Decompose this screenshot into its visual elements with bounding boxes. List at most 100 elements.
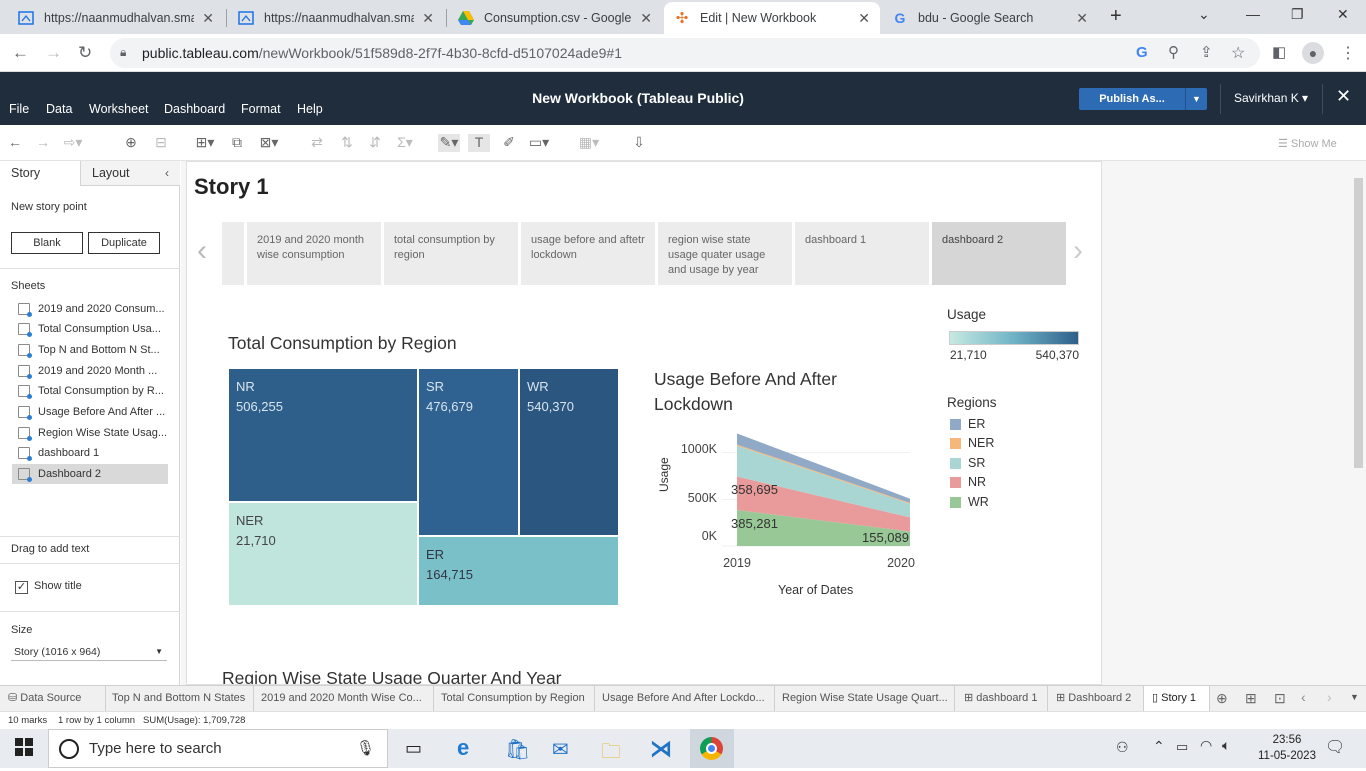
show-hidden-icons[interactable]: ⌃ bbox=[1153, 738, 1165, 755]
story-point-partial[interactable] bbox=[222, 222, 244, 285]
close-window-icon[interactable]: ✕ bbox=[1337, 6, 1349, 23]
duplicate-button[interactable]: Duplicate bbox=[88, 232, 160, 254]
story-point[interactable]: usage before and aftetr lockdown bbox=[521, 222, 655, 285]
next-story-point-icon[interactable]: › bbox=[1073, 234, 1083, 268]
bookmark-star-icon[interactable]: ☆ bbox=[1231, 43, 1245, 63]
tab-sheet[interactable]: Usage Before And After Lockdo... bbox=[595, 686, 775, 711]
browser-tab-active[interactable]: ✣ Edit | New Workbook ✕ bbox=[664, 2, 880, 34]
side-panel-icon[interactable]: ◧ bbox=[1272, 43, 1286, 61]
battery-icon[interactable]: ▭ bbox=[1176, 739, 1188, 755]
size-select[interactable]: Story (1016 x 964) ▼ bbox=[11, 643, 167, 661]
story-point[interactable]: total consumption by region bbox=[384, 222, 518, 285]
sort-ascending-icon[interactable]: ⇅ bbox=[336, 134, 358, 152]
restore-icon[interactable]: ❐ bbox=[1291, 6, 1304, 23]
duplicate-sheet-icon[interactable]: ⧉ bbox=[226, 134, 248, 152]
fit-icon[interactable]: ▭▾ bbox=[528, 134, 550, 152]
legend-item-wr[interactable]: WR bbox=[950, 495, 989, 509]
edge-icon[interactable]: e bbox=[457, 735, 469, 761]
presentation-icon[interactable]: ▦▾ bbox=[578, 134, 600, 152]
reload-icon[interactable]: ↻ bbox=[78, 43, 92, 63]
format-icon[interactable]: ✐ bbox=[498, 134, 520, 152]
swap-icon[interactable]: ⇄ bbox=[306, 134, 328, 152]
treemap-cell-wr[interactable]: WR 540,370 bbox=[519, 368, 619, 536]
notifications-icon[interactable]: 🗨︎ bbox=[1325, 737, 1345, 757]
treemap-cell-er[interactable]: ER 164,715 bbox=[418, 536, 619, 606]
microphone-icon[interactable]: 🎙︎ bbox=[356, 739, 375, 757]
task-view-icon[interactable]: ▭ bbox=[405, 738, 422, 759]
redo-icon[interactable]: → bbox=[32, 134, 54, 152]
sheet-item[interactable]: dashboard 1 bbox=[12, 443, 168, 463]
share-icon[interactable]: ⇪ bbox=[1200, 43, 1213, 61]
user-menu[interactable]: Savirkhan K ▾ bbox=[1234, 91, 1308, 105]
volume-icon[interactable]: 🔈︎ bbox=[1222, 737, 1230, 754]
new-story-icon[interactable]: ⊡ bbox=[1274, 690, 1286, 707]
legend-item-ner[interactable]: NER bbox=[950, 436, 994, 450]
browser-tab[interactable]: https://naanmudhalvan.smar ✕ bbox=[228, 2, 444, 34]
scroll-right-icon[interactable]: › bbox=[1327, 689, 1332, 705]
blank-button[interactable]: Blank bbox=[11, 232, 83, 254]
legend-item-nr[interactable]: NR bbox=[950, 475, 986, 489]
story-point[interactable]: region wise state usage quater usage and… bbox=[658, 222, 792, 285]
chevron-down-icon[interactable]: ▼ bbox=[1350, 692, 1359, 702]
show-mark-labels-icon[interactable]: T bbox=[468, 134, 490, 152]
new-dashboard-icon[interactable]: ⊞ bbox=[1245, 690, 1257, 707]
sheet-item[interactable]: 2019 and 2020 Consum... bbox=[12, 299, 168, 319]
close-icon[interactable]: ✕ bbox=[1336, 86, 1351, 107]
sheet-item[interactable]: Top N and Bottom N St... bbox=[12, 340, 168, 360]
story-point-current[interactable]: dashboard 2 bbox=[932, 222, 1066, 285]
tab-dashboard[interactable]: ⊞ Dashboard 2 bbox=[1048, 686, 1144, 711]
back-icon[interactable]: ← bbox=[12, 43, 29, 63]
taskbar-search[interactable]: Type here to search 🎙︎ bbox=[48, 729, 388, 768]
previous-story-point-icon[interactable]: ‹ bbox=[197, 234, 207, 268]
file-explorer-icon[interactable]: 🗀︎ bbox=[601, 737, 621, 771]
close-tab-icon[interactable]: ✕ bbox=[422, 10, 434, 27]
close-tab-icon[interactable]: ✕ bbox=[202, 10, 214, 27]
close-tab-icon[interactable]: ✕ bbox=[1076, 10, 1088, 27]
vscode-icon[interactable]: ⋊ bbox=[650, 736, 672, 762]
clock[interactable]: 23:56 11-05-2023 bbox=[1256, 732, 1318, 764]
chrome-taskbar-item[interactable] bbox=[690, 729, 734, 768]
tab-story-active[interactable]: ▯ Story 1 bbox=[1144, 686, 1210, 711]
store-icon[interactable]: 🛍︎ bbox=[505, 737, 530, 762]
vertical-scrollbar[interactable] bbox=[1354, 178, 1363, 468]
chevron-down-icon[interactable]: ▼ bbox=[1186, 88, 1207, 110]
story-point[interactable]: dashboard 1 bbox=[795, 222, 929, 285]
new-worksheet-icon[interactable]: ⊕ bbox=[1216, 690, 1228, 707]
browser-tab[interactable]: https://naanmudhalvan.smar ✕ bbox=[8, 2, 224, 34]
story-point[interactable]: 2019 and 2020 month wise consumption bbox=[247, 222, 381, 285]
treemap-cell-sr[interactable]: SR 476,679 bbox=[418, 368, 519, 536]
totals-icon[interactable]: Σ▾ bbox=[394, 134, 416, 152]
tab-dashboard[interactable]: ⊞ dashboard 1 bbox=[955, 686, 1048, 711]
legend-item-sr[interactable]: SR bbox=[950, 456, 985, 470]
minimize-icon[interactable]: — bbox=[1246, 6, 1260, 22]
scroll-left-icon[interactable]: ‹ bbox=[1301, 689, 1306, 705]
windows-start-icon[interactable] bbox=[15, 738, 33, 759]
tab-search-icon[interactable]: ⌄ bbox=[1198, 6, 1210, 23]
replay-icon[interactable]: ⇨▾ bbox=[62, 134, 84, 152]
show-me-button[interactable]: ☰ Show Me bbox=[1278, 137, 1337, 150]
tab-sheet[interactable]: Total Consumption by Region bbox=[434, 686, 595, 711]
tab-sheet[interactable]: 2019 and 2020 Month Wise Co... bbox=[254, 686, 434, 711]
google-lens-icon[interactable]: G bbox=[1136, 44, 1148, 61]
tab-story[interactable]: Story bbox=[0, 161, 81, 186]
new-tab-icon[interactable]: + bbox=[1110, 5, 1122, 28]
zoom-icon[interactable]: ⚲ bbox=[1168, 43, 1179, 61]
publish-as-button[interactable]: Publish As... ▼ bbox=[1079, 88, 1207, 110]
new-worksheet-icon[interactable]: ⊞▾ bbox=[194, 134, 216, 152]
undo-icon[interactable]: ← bbox=[4, 134, 26, 152]
chrome-menu-icon[interactable]: ⋮ bbox=[1340, 43, 1356, 63]
wifi-icon[interactable]: ◠ bbox=[1200, 737, 1212, 754]
highlight-icon[interactable]: ✎▾ bbox=[438, 134, 460, 152]
tab-data-source[interactable]: ⛁ Data Source bbox=[0, 686, 106, 711]
browser-tab[interactable]: Consumption.csv - Google D ✕ bbox=[448, 2, 662, 34]
url-field[interactable]: 🔒︎ public.tableau.com/newWorkbook/51f589… bbox=[110, 38, 1260, 68]
sort-descending-icon[interactable]: ⇵ bbox=[364, 134, 386, 152]
clear-sheet-icon[interactable]: ⊠▾ bbox=[258, 134, 280, 152]
tab-sheet[interactable]: Top N and Bottom N States bbox=[106, 686, 254, 711]
sheet-item[interactable]: 2019 and 2020 Month ... bbox=[12, 361, 168, 381]
browser-tab[interactable]: G bdu - Google Search ✕ bbox=[882, 2, 1098, 34]
pause-updates-icon[interactable]: ⊟ bbox=[150, 134, 172, 152]
treemap-cell-ner[interactable]: NER 21,710 bbox=[228, 502, 418, 606]
close-tab-icon[interactable]: ✕ bbox=[858, 10, 870, 27]
mail-icon[interactable]: ✉︎ bbox=[552, 737, 569, 762]
